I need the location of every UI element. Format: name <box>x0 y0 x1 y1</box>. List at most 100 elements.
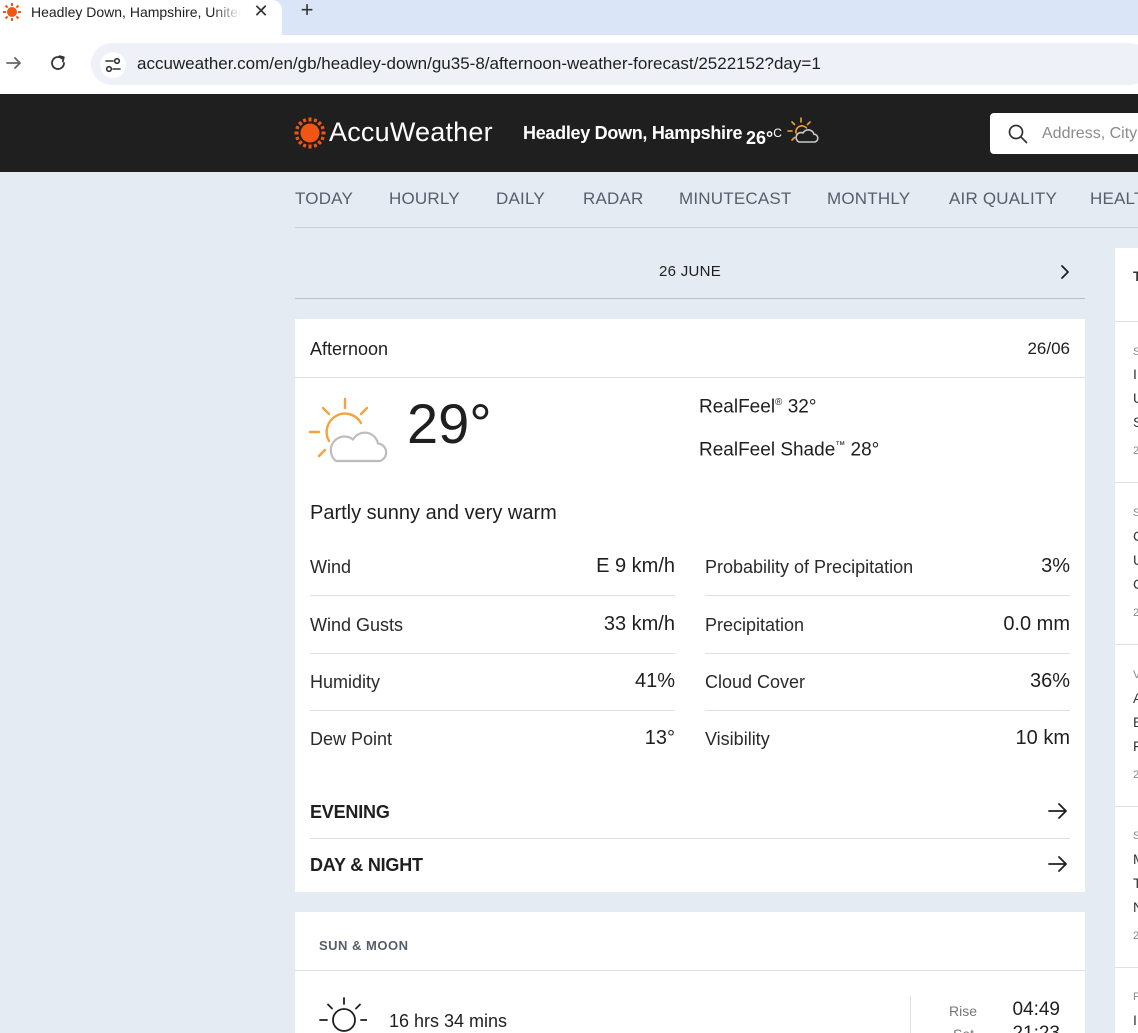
sidebar-fragment: S <box>1133 830 1138 842</box>
tab-close-icon[interactable]: ✕ <box>252 1 270 21</box>
realfeel: RealFeel® 32° <box>699 391 816 419</box>
evening-link[interactable]: EVENING <box>310 786 1070 839</box>
detail-row-dew-point: Dew Point 13° <box>310 711 675 768</box>
nav-tab-today[interactable]: TODAY <box>295 188 353 210</box>
sidebar-fragment: 2 <box>1133 445 1138 457</box>
header-current-temp[interactable]: 26°C <box>746 122 782 149</box>
browser-tab[interactable]: Headley Down, Hampshire, United Kingdom … <box>0 0 282 35</box>
sidebar-fragment: S <box>1133 414 1138 430</box>
sidebar-fragment: V <box>1133 669 1138 681</box>
sidebar-fragment: F <box>1133 991 1138 1003</box>
sun-moon-title: SUN & MOON <box>319 938 409 953</box>
sidebar-fragment: U <box>1133 390 1138 406</box>
sidebar-fragment: 2 <box>1133 607 1138 619</box>
date-label: 26 JUNE <box>658 263 722 280</box>
detail-row-precip-probability: Probability of Precipitation 3% <box>705 539 1070 596</box>
sidebar-fragment: C <box>1133 576 1138 592</box>
detail-value: 0.0 mm <box>1003 613 1070 635</box>
divider <box>295 970 1085 971</box>
detail-row-visibility: Visibility 10 km <box>705 711 1070 768</box>
divider <box>1115 967 1138 968</box>
sidebar-fragment: F <box>1133 738 1138 754</box>
chevron-right-icon[interactable] <box>1057 263 1073 281</box>
detail-row-cloud-cover: Cloud Cover 36% <box>705 654 1070 711</box>
nav-tab-air-quality[interactable]: AIR QUALITY <box>949 188 1057 210</box>
detail-label: Humidity <box>310 672 381 692</box>
sidebar-fragment: E <box>1133 714 1138 730</box>
accuweather-favicon-icon <box>3 3 21 21</box>
realfeel-shade-label: RealFeel Shade <box>699 439 836 461</box>
new-tab-button[interactable]: + <box>296 0 318 22</box>
site-header: AccuWeather Headley Down, Hampshire 26°C <box>0 94 1138 172</box>
temperature: 29° <box>407 392 492 455</box>
realfeel-mark: ® <box>775 397 783 408</box>
header-temp-unit: C <box>773 126 782 140</box>
location-search[interactable] <box>990 113 1138 154</box>
detail-value: 13° <box>644 727 675 749</box>
detail-value: 10 km <box>1015 727 1070 749</box>
detail-label: Precipitation <box>705 615 805 635</box>
link-label: DAY & NIGHT <box>310 855 423 875</box>
detail-value: E 9 km/h <box>596 555 675 577</box>
detail-value: 3% <box>1041 555 1070 577</box>
sun-icon <box>319 997 367 1032</box>
site-info-button[interactable] <box>100 52 126 78</box>
reload-icon[interactable] <box>48 53 68 73</box>
sidebar-fragment: 2 <box>1133 769 1138 781</box>
address-bar[interactable]: accuweather.com/en/gb/headley-down/gu35-… <box>91 43 1138 85</box>
daylight-duration: 16 hrs 34 mins <box>389 1011 508 1031</box>
nav-tab-minutecast[interactable]: MINUTECAST <box>679 188 792 210</box>
detail-value: 41% <box>634 670 675 692</box>
browser-toolbar: accuweather.com/en/gb/headley-down/gu35-… <box>0 35 1138 94</box>
search-icon <box>1008 124 1028 144</box>
nav-tab-daily[interactable]: DAILY <box>496 188 545 210</box>
nav-tab-monthly[interactable]: MONTHLY <box>827 188 910 210</box>
detail-value: 33 km/h <box>603 613 675 635</box>
nav-tab-radar[interactable]: RADAR <box>583 188 644 210</box>
sidebar-fragment: S <box>1133 507 1138 519</box>
sidebar-fragment: I <box>1133 1012 1137 1028</box>
realfeel-shade: RealFeel Shade™ 28° <box>699 434 879 462</box>
realfeel-label: RealFeel <box>699 396 776 418</box>
card-date: 26/06 <box>1027 339 1070 358</box>
divider <box>1115 321 1138 322</box>
detail-label: Probability of Precipitation <box>705 557 914 577</box>
divider <box>1115 644 1138 645</box>
tune-icon <box>105 57 121 73</box>
detail-row-wind-gusts: Wind Gusts 33 km/h <box>310 597 675 654</box>
accuweather-sun-logo-icon[interactable] <box>294 117 326 149</box>
partly-sunny-icon[interactable] <box>786 116 820 148</box>
sunset-label: Set <box>953 1025 974 1033</box>
detail-label: Dew Point <box>310 729 393 749</box>
detail-row-humidity: Humidity 41% <box>310 654 675 711</box>
weather-phrase: Partly sunny and very warm <box>310 502 557 524</box>
detail-label: Wind <box>310 557 352 577</box>
accuweather-logo[interactable]: AccuWeather <box>329 114 493 150</box>
header-location[interactable]: Headley Down, Hampshire <box>523 122 742 144</box>
nav-tab-hourly[interactable]: HOURLY <box>389 188 460 210</box>
sidebar-fragment: A <box>1133 690 1138 706</box>
detail-label: Cloud Cover <box>705 672 806 692</box>
afternoon-forecast-card: Afternoon 26/06 29° RealFeel® 32° RealFe… <box>295 319 1085 892</box>
sidebar-fragment: C <box>1133 528 1138 544</box>
vertical-divider <box>910 996 911 1033</box>
divider <box>1115 806 1138 807</box>
day-night-link[interactable]: DAY & NIGHT <box>310 839 1070 892</box>
sidebar-fragment: T <box>1133 268 1138 284</box>
sunset-time: 21:23 <box>1012 1023 1060 1033</box>
url-text[interactable]: accuweather.com/en/gb/headley-down/gu35-… <box>137 53 821 75</box>
realfeel-shade-value: 28° <box>850 439 880 461</box>
news-sidebar[interactable]: T S I U S 2 S C U C 2 V A E F 2 S M T N … <box>1115 248 1138 1033</box>
sidebar-fragment: I <box>1133 366 1137 382</box>
nav-tab-health[interactable]: HEALTH <box>1090 188 1138 210</box>
detail-label: Wind Gusts <box>310 615 404 635</box>
sunrise-label: Rise <box>949 1003 978 1019</box>
forward-arrow-icon[interactable] <box>4 53 24 73</box>
sidebar-fragment: N <box>1133 899 1138 915</box>
realfeel-value: 32° <box>787 396 817 418</box>
arrow-right-icon <box>1048 856 1067 872</box>
sidebar-fragment: T <box>1133 875 1138 891</box>
search-input[interactable] <box>1042 123 1138 145</box>
header-temp-value: 26° <box>746 128 774 148</box>
sidebar-fragment: S <box>1133 346 1138 358</box>
